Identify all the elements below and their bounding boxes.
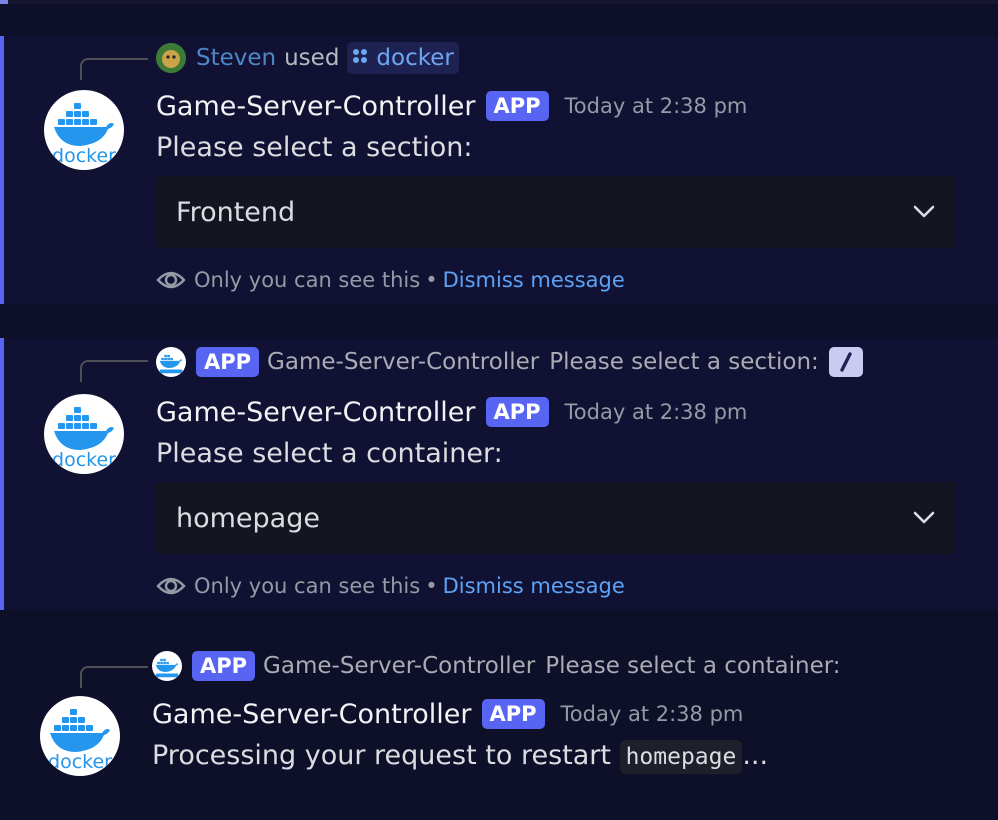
- reply-app-badge: APP: [196, 347, 260, 377]
- dismiss-message-link[interactable]: Dismiss message: [443, 574, 625, 598]
- reply-app-badge: APP: [192, 651, 256, 681]
- message-content: Please select a section:: [156, 132, 473, 163]
- app-badge: APP: [485, 397, 549, 427]
- content-ellipsis: ...: [742, 740, 769, 771]
- top-divider-accent: [0, 0, 8, 4]
- slash-command-icon: [828, 347, 863, 377]
- svg-text:docker: docker: [52, 145, 116, 167]
- dismiss-message-link[interactable]: Dismiss message: [443, 268, 625, 292]
- reply-spine: [80, 666, 148, 688]
- timestamp[interactable]: Today at 2:38 pm: [565, 400, 748, 424]
- user-avatar-icon[interactable]: [156, 43, 186, 73]
- select-value: Frontend: [176, 196, 296, 228]
- command-chip[interactable]: docker: [347, 42, 459, 74]
- apps-icon: [352, 48, 368, 69]
- svg-text:docker: docker: [52, 449, 116, 471]
- chevron-down-icon: [912, 200, 936, 224]
- reply-text[interactable]: Please select a section:: [549, 349, 819, 375]
- message-content: Processing your request to restart homep…: [152, 740, 769, 774]
- docker-mini-avatar-icon[interactable]: [152, 651, 182, 681]
- container-select[interactable]: homepage: [156, 482, 956, 554]
- only-you-text: Only you can see this: [194, 268, 421, 292]
- timestamp[interactable]: Today at 2:38 pm: [561, 702, 744, 726]
- message-content: Please select a container:: [156, 438, 503, 469]
- separator: •: [425, 268, 438, 292]
- message-2: APP Game-Server-Controller Please select…: [0, 338, 998, 610]
- reply-author[interactable]: Game-Server-Controller: [263, 653, 535, 679]
- ephemeral-notice: Only you can see this • Dismiss message: [156, 264, 625, 296]
- timestamp[interactable]: Today at 2:38 pm: [565, 94, 748, 118]
- docker-avatar[interactable]: docker: [44, 394, 124, 474]
- message-3: APP Game-Server-Controller Please select…: [0, 640, 998, 820]
- reply-preview[interactable]: Steven used docker: [156, 42, 459, 74]
- section-select[interactable]: Frontend: [156, 176, 956, 248]
- message-1: Steven used docker docker Game-Server-Co…: [0, 36, 998, 304]
- author-name[interactable]: Game-Server-Controller: [156, 397, 476, 428]
- message-header: Game-Server-Controller APP Today at 2:38…: [152, 696, 743, 732]
- reply-text[interactable]: Please select a container:: [545, 653, 840, 679]
- reply-used-label: used: [284, 45, 340, 71]
- reply-username[interactable]: Steven: [196, 45, 276, 71]
- inline-code: homepage: [619, 740, 743, 774]
- docker-mini-avatar-icon[interactable]: [156, 347, 186, 377]
- top-divider: [0, 0, 998, 4]
- author-name[interactable]: Game-Server-Controller: [156, 91, 476, 122]
- content-text: Processing your request to restart: [152, 740, 611, 771]
- eye-icon: [156, 571, 186, 601]
- reply-spine: [80, 58, 148, 80]
- app-badge: APP: [481, 699, 545, 729]
- message-header: Game-Server-Controller APP Today at 2:38…: [156, 88, 747, 124]
- docker-avatar[interactable]: docker: [40, 696, 120, 776]
- docker-avatar[interactable]: docker: [44, 90, 124, 170]
- select-value: homepage: [176, 502, 320, 534]
- ephemeral-notice: Only you can see this • Dismiss message: [156, 570, 625, 602]
- reply-preview[interactable]: APP Game-Server-Controller Please select…: [156, 346, 863, 378]
- author-name[interactable]: Game-Server-Controller: [152, 699, 472, 730]
- svg-text:docker: docker: [48, 751, 112, 773]
- reply-author[interactable]: Game-Server-Controller: [267, 349, 539, 375]
- reply-preview[interactable]: APP Game-Server-Controller Please select…: [152, 650, 851, 682]
- eye-icon: [156, 265, 186, 295]
- chevron-down-icon: [912, 506, 936, 530]
- reply-spine: [80, 360, 148, 382]
- message-header: Game-Server-Controller APP Today at 2:38…: [156, 394, 747, 430]
- only-you-text: Only you can see this: [194, 574, 421, 598]
- command-name: docker: [376, 45, 454, 71]
- app-badge: APP: [485, 91, 549, 121]
- separator: •: [425, 574, 438, 598]
